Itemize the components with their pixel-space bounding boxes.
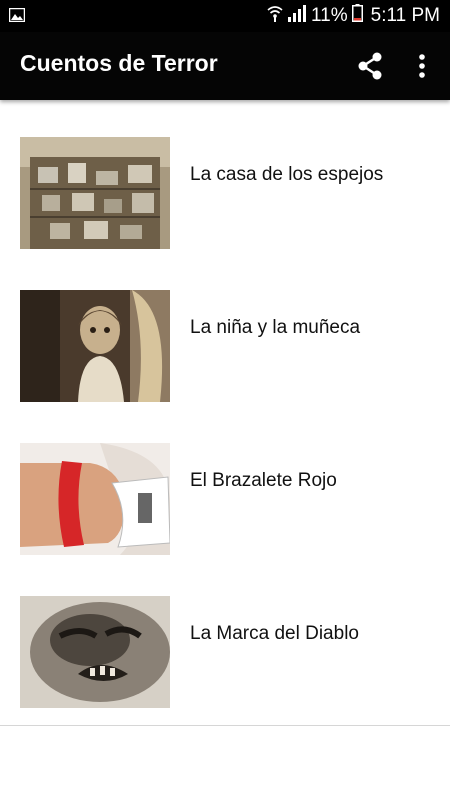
app-title: Cuentos de Terror [20,50,218,76]
story-thumbnail [20,596,170,708]
list-item[interactable]: El Brazalete Rojo [0,406,450,556]
app-bar: Cuentos de Terror [0,32,450,100]
battery-icon [351,4,363,28]
battery-percent: 11% [311,5,348,26]
share-button[interactable] [356,51,384,81]
list-divider [0,725,450,726]
list-item[interactable]: La casa de los espejos [0,100,450,250]
story-title: La Marca del Diablo [190,623,359,644]
story-thumbnail [20,443,170,555]
wifi-icon [267,4,283,28]
share-icon [358,52,382,80]
status-bar: 11% 5:11 PM [0,0,450,32]
story-title: El Brazalete Rojo [190,470,337,491]
story-title: La casa de los espejos [190,164,384,185]
story-thumbnail [20,137,170,249]
image-notification-icon [8,7,26,27]
signal-icon [287,4,307,28]
story-thumbnail [20,290,170,402]
story-title: La niña y la muñeca [190,317,361,338]
more-vert-icon [419,54,425,78]
clock: 5:11 PM [370,5,440,26]
list-item[interactable]: La Marca del Diablo [0,559,450,709]
list-item[interactable]: La niña y la muñeca [0,253,450,403]
overflow-menu-button[interactable] [410,51,434,81]
